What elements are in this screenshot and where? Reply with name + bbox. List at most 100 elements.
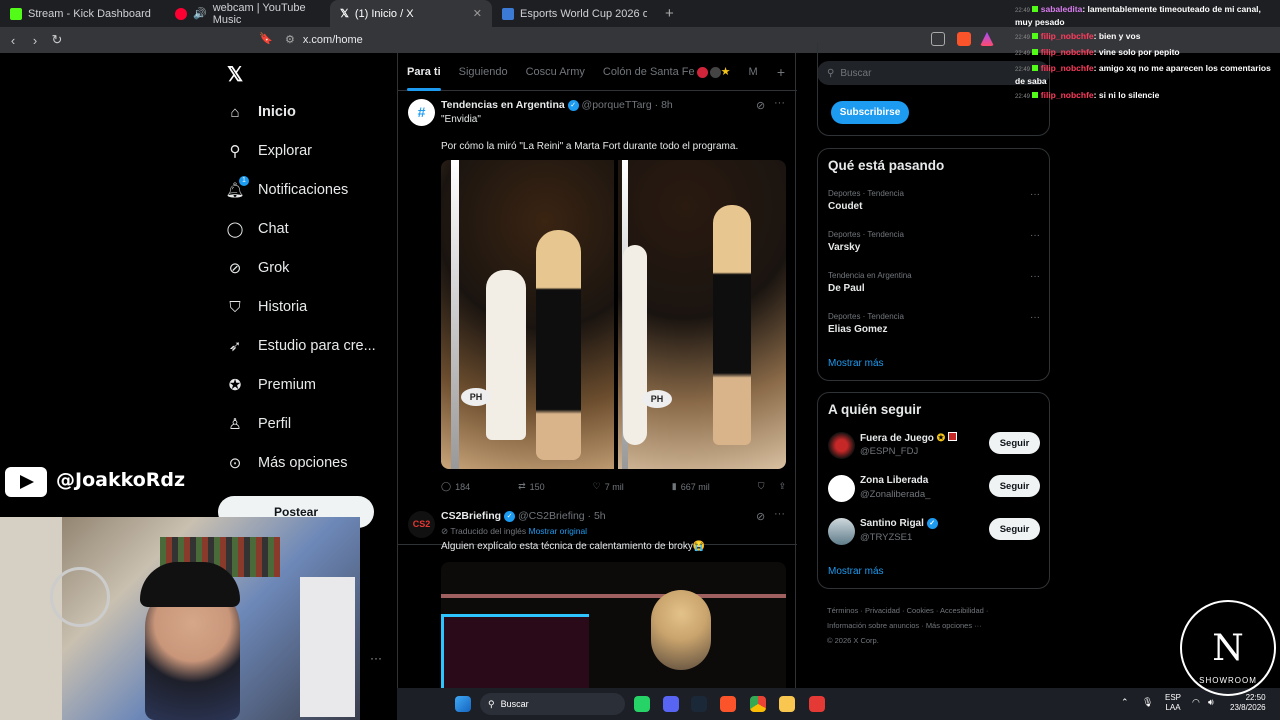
views-button[interactable]: ▮ 667 mil (672, 481, 710, 492)
tab-following[interactable]: Siguiendo (450, 66, 517, 78)
tweet-video[interactable] (441, 562, 786, 702)
close-tab-icon[interactable]: ✕ (473, 7, 482, 20)
mic-icon[interactable]: 🎙︎ (1142, 697, 1153, 708)
taskbar-search[interactable]: ⚲ Buscar (480, 693, 625, 715)
windows-start-icon[interactable] (455, 696, 471, 712)
follow-suggestion[interactable]: Fuera de Juego ✪ @ESPN_FDJ Seguir (828, 429, 1040, 463)
add-tab-icon[interactable]: + (777, 64, 785, 80)
tweet-photo-right[interactable]: PH (618, 160, 786, 469)
chat-username[interactable]: sabaledita (1041, 4, 1083, 14)
nav-more-options[interactable]: ⊙ Más opciones (226, 454, 348, 472)
chat-username[interactable]: filip_nobchfe (1041, 31, 1094, 41)
follow-button[interactable]: Seguir (989, 518, 1040, 540)
tab-coscu-army[interactable]: Coscu Army (517, 66, 594, 78)
tab-more[interactable]: M (739, 66, 766, 78)
trend-item[interactable]: Deportes · Tendencia Varsky ··· (828, 230, 1040, 253)
nav-history[interactable]: ⛉ Historia (226, 298, 307, 316)
more-icon[interactable]: ··· (1030, 271, 1040, 282)
nav-grok[interactable]: ⊘ Grok (226, 259, 290, 277)
tweet-media[interactable]: PH PH (441, 160, 786, 469)
grok-tweet-icon[interactable]: ⊘ (756, 99, 765, 112)
app-icon[interactable] (809, 696, 825, 712)
more-icon[interactable]: ··· (774, 97, 785, 109)
tab-esports-world-cup[interactable]: Esports World Cup 2026 overview | R (492, 0, 657, 27)
more-icon[interactable]: ··· (774, 508, 785, 520)
brave-icon[interactable] (720, 696, 736, 712)
nav-explore[interactable]: ⚲ Explorar (226, 142, 313, 160)
nav-premium[interactable]: ✪ Premium (226, 376, 316, 394)
avatar[interactable] (828, 475, 855, 502)
avatar[interactable] (828, 518, 855, 545)
more-icon[interactable]: ··· (1030, 189, 1040, 200)
tweet-tendencias[interactable]: # Tendencias en Argentina ✓ @porqueTTarg… (398, 91, 797, 545)
subscribe-button[interactable]: Subscribirse (831, 101, 909, 124)
grok-tweet-icon[interactable]: ⊘ (756, 510, 765, 523)
chat-username[interactable]: filip_nobchfe (1041, 90, 1094, 100)
show-more-trends-link[interactable]: Mostrar más (828, 358, 884, 369)
clock[interactable]: 22:50 23/8/2026 (1230, 693, 1266, 713)
tab-kick-dashboard[interactable]: Stream - Kick Dashboard (0, 0, 165, 27)
follow-suggestion[interactable]: Santino Rigal ✓ @TRYZSE1 Seguir (828, 515, 1040, 549)
reload-icon[interactable]: ↻ (46, 32, 68, 48)
wifi-icon[interactable]: ◠ (1192, 697, 1200, 708)
site-info-icon[interactable]: ⚙ (285, 33, 295, 46)
tab-colon-santa-fe[interactable]: Colón de Santa Fe ★ (594, 65, 740, 78)
more-options-link[interactable]: Más opciones ··· (926, 621, 982, 630)
url-field[interactable]: ⚙ x.com/home (285, 33, 363, 47)
nav-home[interactable]: ⌂ Inicio (226, 103, 295, 121)
tab-x-home[interactable]: 𝕏 (1) Inicio / X ✕ (330, 0, 492, 27)
chat-username[interactable]: filip_nobchfe (1041, 63, 1094, 73)
share-icon[interactable]: ⇪ (778, 481, 786, 492)
like-button[interactable]: ♡ 7 mil (593, 481, 624, 492)
avatar[interactable] (828, 432, 855, 459)
forward-icon[interactable]: › (24, 33, 46, 48)
file-explorer-icon[interactable] (779, 696, 795, 712)
bookmark-icon[interactable]: 🔖 (259, 32, 273, 45)
nav-notifications[interactable]: 🔔︎ 1 Notificaciones (225, 176, 348, 199)
trend-item[interactable]: Tendencia en Argentina De Paul ··· (828, 271, 1040, 294)
more-icon[interactable]: ··· (1030, 312, 1040, 323)
language-indicator[interactable]: ESP LAA (1165, 693, 1181, 713)
cs2-avatar-icon[interactable]: CS2 (408, 511, 435, 538)
chrome-icon[interactable] (750, 696, 766, 712)
follow-button[interactable]: Seguir (989, 432, 1040, 454)
new-tab-button[interactable]: + (657, 5, 682, 22)
whatsapp-icon[interactable] (634, 696, 650, 712)
chat-username[interactable]: filip_nobchfe (1041, 47, 1094, 57)
volume-icon[interactable]: 🔊︎ (1208, 697, 1214, 708)
author-name[interactable]: Tendencias en Argentina (441, 99, 565, 111)
author-handle[interactable]: @CS2Briefing (518, 510, 585, 522)
tweet-photo-left[interactable]: PH (441, 160, 614, 469)
tab-youtube-music[interactable]: 🔊 webcam | YouTube Music (165, 0, 330, 27)
trend-item[interactable]: Deportes · Tendencia Elias Gomez ··· (828, 312, 1040, 335)
bookmark-tweet-button[interactable]: ⛉ ⇪ (758, 481, 786, 492)
retweet-button[interactable]: ⇄ 150 (518, 481, 545, 492)
steam-icon[interactable] (691, 696, 707, 712)
show-original-link[interactable]: Mostrar original (528, 526, 587, 536)
tab-for-you[interactable]: Para ti (398, 66, 450, 91)
trend-item[interactable]: Deportes · Tendencia Coudet ··· (828, 189, 1040, 212)
follow-suggestion[interactable]: Zona Liberada @Zonaliberada_ Seguir (828, 472, 1040, 506)
ads-info-link[interactable]: Información sobre anuncios (827, 621, 919, 630)
author-name[interactable]: CS2Briefing (441, 510, 501, 522)
tweet-cs2briefing[interactable]: CS2 CS2Briefing ✓ @CS2Briefing · 5h ⊘ ··… (398, 505, 797, 702)
cookies-link[interactable]: Cookies (907, 606, 934, 615)
who-to-follow-box: A quién seguir Fuera de Juego ✪ @ESPN_FD… (817, 392, 1050, 589)
terms-link[interactable]: Términos (827, 606, 858, 615)
more-icon[interactable]: ··· (1030, 230, 1040, 241)
author-handle[interactable]: @porqueTTarg (582, 99, 652, 111)
follow-button[interactable]: Seguir (989, 475, 1040, 497)
x-logo-icon[interactable]: 𝕏 (227, 62, 243, 87)
back-icon[interactable]: ‹ (2, 33, 24, 48)
privacy-link[interactable]: Privacidad (865, 606, 900, 615)
show-more-follows-link[interactable]: Mostrar más (828, 566, 884, 577)
reply-button[interactable]: ◯ 184 (441, 481, 470, 492)
accessibility-link[interactable]: Accesibilidad (940, 606, 984, 615)
nav-profile[interactable]: ♙ Perfil (226, 415, 291, 433)
discord-icon[interactable] (663, 696, 679, 712)
hashtag-avatar-icon[interactable]: # (408, 99, 435, 126)
nav-chat[interactable]: ◯ Chat (226, 220, 289, 238)
nav-creator-studio[interactable]: ➶ Estudio para cre... (226, 337, 376, 355)
more-options-icon[interactable]: ··· (370, 651, 382, 665)
chevron-up-icon[interactable]: ⌃ (1121, 697, 1129, 708)
